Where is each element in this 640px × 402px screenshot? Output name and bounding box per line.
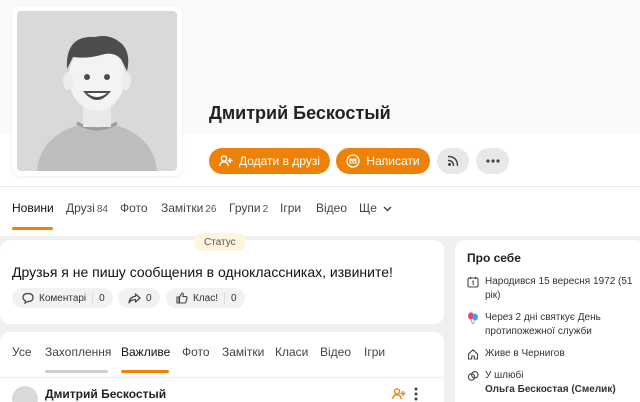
more-dots-icon: [485, 159, 500, 163]
comment-icon: [22, 292, 34, 304]
status-card: Друзья я не пишу сообщения в одноклассни…: [0, 240, 444, 324]
tab-label: Ігри: [280, 201, 302, 215]
add-friend-label: Додати в друзі: [238, 154, 321, 168]
about-title: Про себе: [467, 251, 521, 265]
feed-tab-classes[interactable]: Класи: [275, 345, 308, 359]
tab-friends[interactable]: Друзі 84: [66, 201, 108, 215]
rss-icon: [447, 155, 459, 167]
about-location: Живе в Чернигов: [467, 347, 633, 365]
envelope-icon: [346, 154, 361, 168]
calendar-icon: [467, 275, 479, 303]
feed-active-tab-indicator: [121, 370, 169, 373]
feed-tab-videos[interactable]: Відео: [320, 345, 351, 359]
about-location-text: Живе в Чернигов: [485, 348, 565, 359]
add-friend-icon[interactable]: [392, 387, 406, 402]
about-marriage-text: У шлюбі Ольга Бескостая (Смелик): [485, 369, 633, 397]
tab-notes[interactable]: Замітки 26: [161, 201, 216, 215]
profile-name: Дмитрий Бескостый: [209, 103, 391, 123]
tab-count: 26: [205, 204, 217, 215]
comments-label: Коментарі: [39, 292, 87, 304]
tab-label: Новини: [12, 201, 54, 215]
likes-label: Клас!: [193, 292, 218, 304]
like-button[interactable]: Клас! 0: [166, 288, 245, 308]
tab-label: Ще: [359, 201, 377, 215]
tab-groups[interactable]: Групи 2: [229, 201, 268, 215]
feed-tab-photos[interactable]: Фото: [182, 345, 210, 359]
feed-tab-games[interactable]: Ігри: [364, 345, 385, 359]
post-author-name[interactable]: Дмитрий Бескостый: [45, 387, 166, 401]
tab-more[interactable]: Ще: [359, 201, 392, 215]
tab-label: Групи: [229, 201, 261, 215]
spouse-link[interactable]: Ольга Бескостая (Смелик): [485, 384, 616, 395]
about-holiday[interactable]: Через 2 дні святкує День протипожежної с…: [467, 311, 633, 339]
feed-divider: [0, 377, 444, 378]
tab-label: Друзі: [66, 201, 95, 215]
chevron-down-icon: [383, 201, 392, 215]
comments-count: 0: [99, 292, 105, 304]
about-birth: Народився 15 вересня 1972 (51 рік): [467, 275, 633, 303]
feed-card: Усе Захоплення Важливе Фото Замітки Клас…: [0, 332, 444, 402]
about-card: Про себе Народився 15 вересня 1972 (51 р…: [455, 240, 640, 402]
comments-button[interactable]: Коментарі 0: [12, 288, 113, 308]
tab-news[interactable]: Новини: [12, 201, 54, 215]
feed-tab-notes[interactable]: Замітки: [222, 345, 264, 359]
broadcast-button[interactable]: [437, 148, 469, 174]
status-text: Друзья я не пишу сообщения в одноклассни…: [12, 264, 393, 280]
share-button[interactable]: 0: [118, 288, 160, 308]
avatar-placeholder-icon: [17, 11, 177, 171]
profile-header: Дмитрий Бескостый Додати в друзі Написат…: [0, 0, 640, 236]
pill-divider: [92, 292, 94, 304]
pill-divider: [224, 292, 225, 304]
tab-label: Відео: [316, 201, 348, 215]
tab-games[interactable]: Ігри: [280, 201, 301, 215]
shares-count: 0: [146, 292, 152, 304]
profile-avatar[interactable]: [12, 6, 182, 176]
likes-count: 0: [231, 292, 237, 304]
tab-count: 84: [96, 204, 108, 215]
share-arrow-icon: [128, 292, 141, 304]
about-birth-text: Народився 15 вересня 1972 (51 рік): [485, 276, 633, 301]
about-holiday-text: Через 2 дні святкує День протипожежної с…: [485, 312, 601, 337]
write-message-label: Написати: [366, 154, 420, 168]
feed-tab-important[interactable]: Важливе: [121, 345, 170, 359]
home-icon: [467, 347, 479, 365]
post-more-icon[interactable]: [414, 387, 418, 402]
balloons-icon: [467, 311, 479, 339]
post-author-avatar[interactable]: [12, 386, 38, 402]
active-tab-indicator: [12, 227, 53, 230]
status-badge: Статус: [194, 233, 246, 251]
marriage-label: У шлюбі: [485, 370, 524, 381]
feed-tab-hover-indicator: [45, 370, 108, 373]
about-marriage: У шлюбі Ольга Бескостая (Смелик): [467, 369, 633, 397]
feed-tab-hobbies[interactable]: Захоплення: [45, 345, 111, 359]
more-actions-button[interactable]: [476, 148, 509, 174]
tab-label: Замітки: [161, 201, 204, 215]
rings-icon: [467, 369, 479, 397]
add-friend-button[interactable]: Додати в друзі: [209, 148, 330, 174]
tab-videos[interactable]: Відео: [316, 201, 347, 215]
tab-count: 2: [262, 204, 269, 215]
tab-photos[interactable]: Фото: [120, 201, 148, 215]
feed-tab-all[interactable]: Усе: [12, 345, 32, 359]
thumbs-up-icon: [176, 292, 188, 304]
profile-tabs: Новини Друзі 84 Фото Замітки 26 Групи 2 Ігр…: [0, 186, 640, 232]
tab-label: Фото: [120, 201, 148, 215]
write-message-button[interactable]: Написати: [336, 148, 430, 174]
add-friend-icon: [219, 155, 233, 167]
